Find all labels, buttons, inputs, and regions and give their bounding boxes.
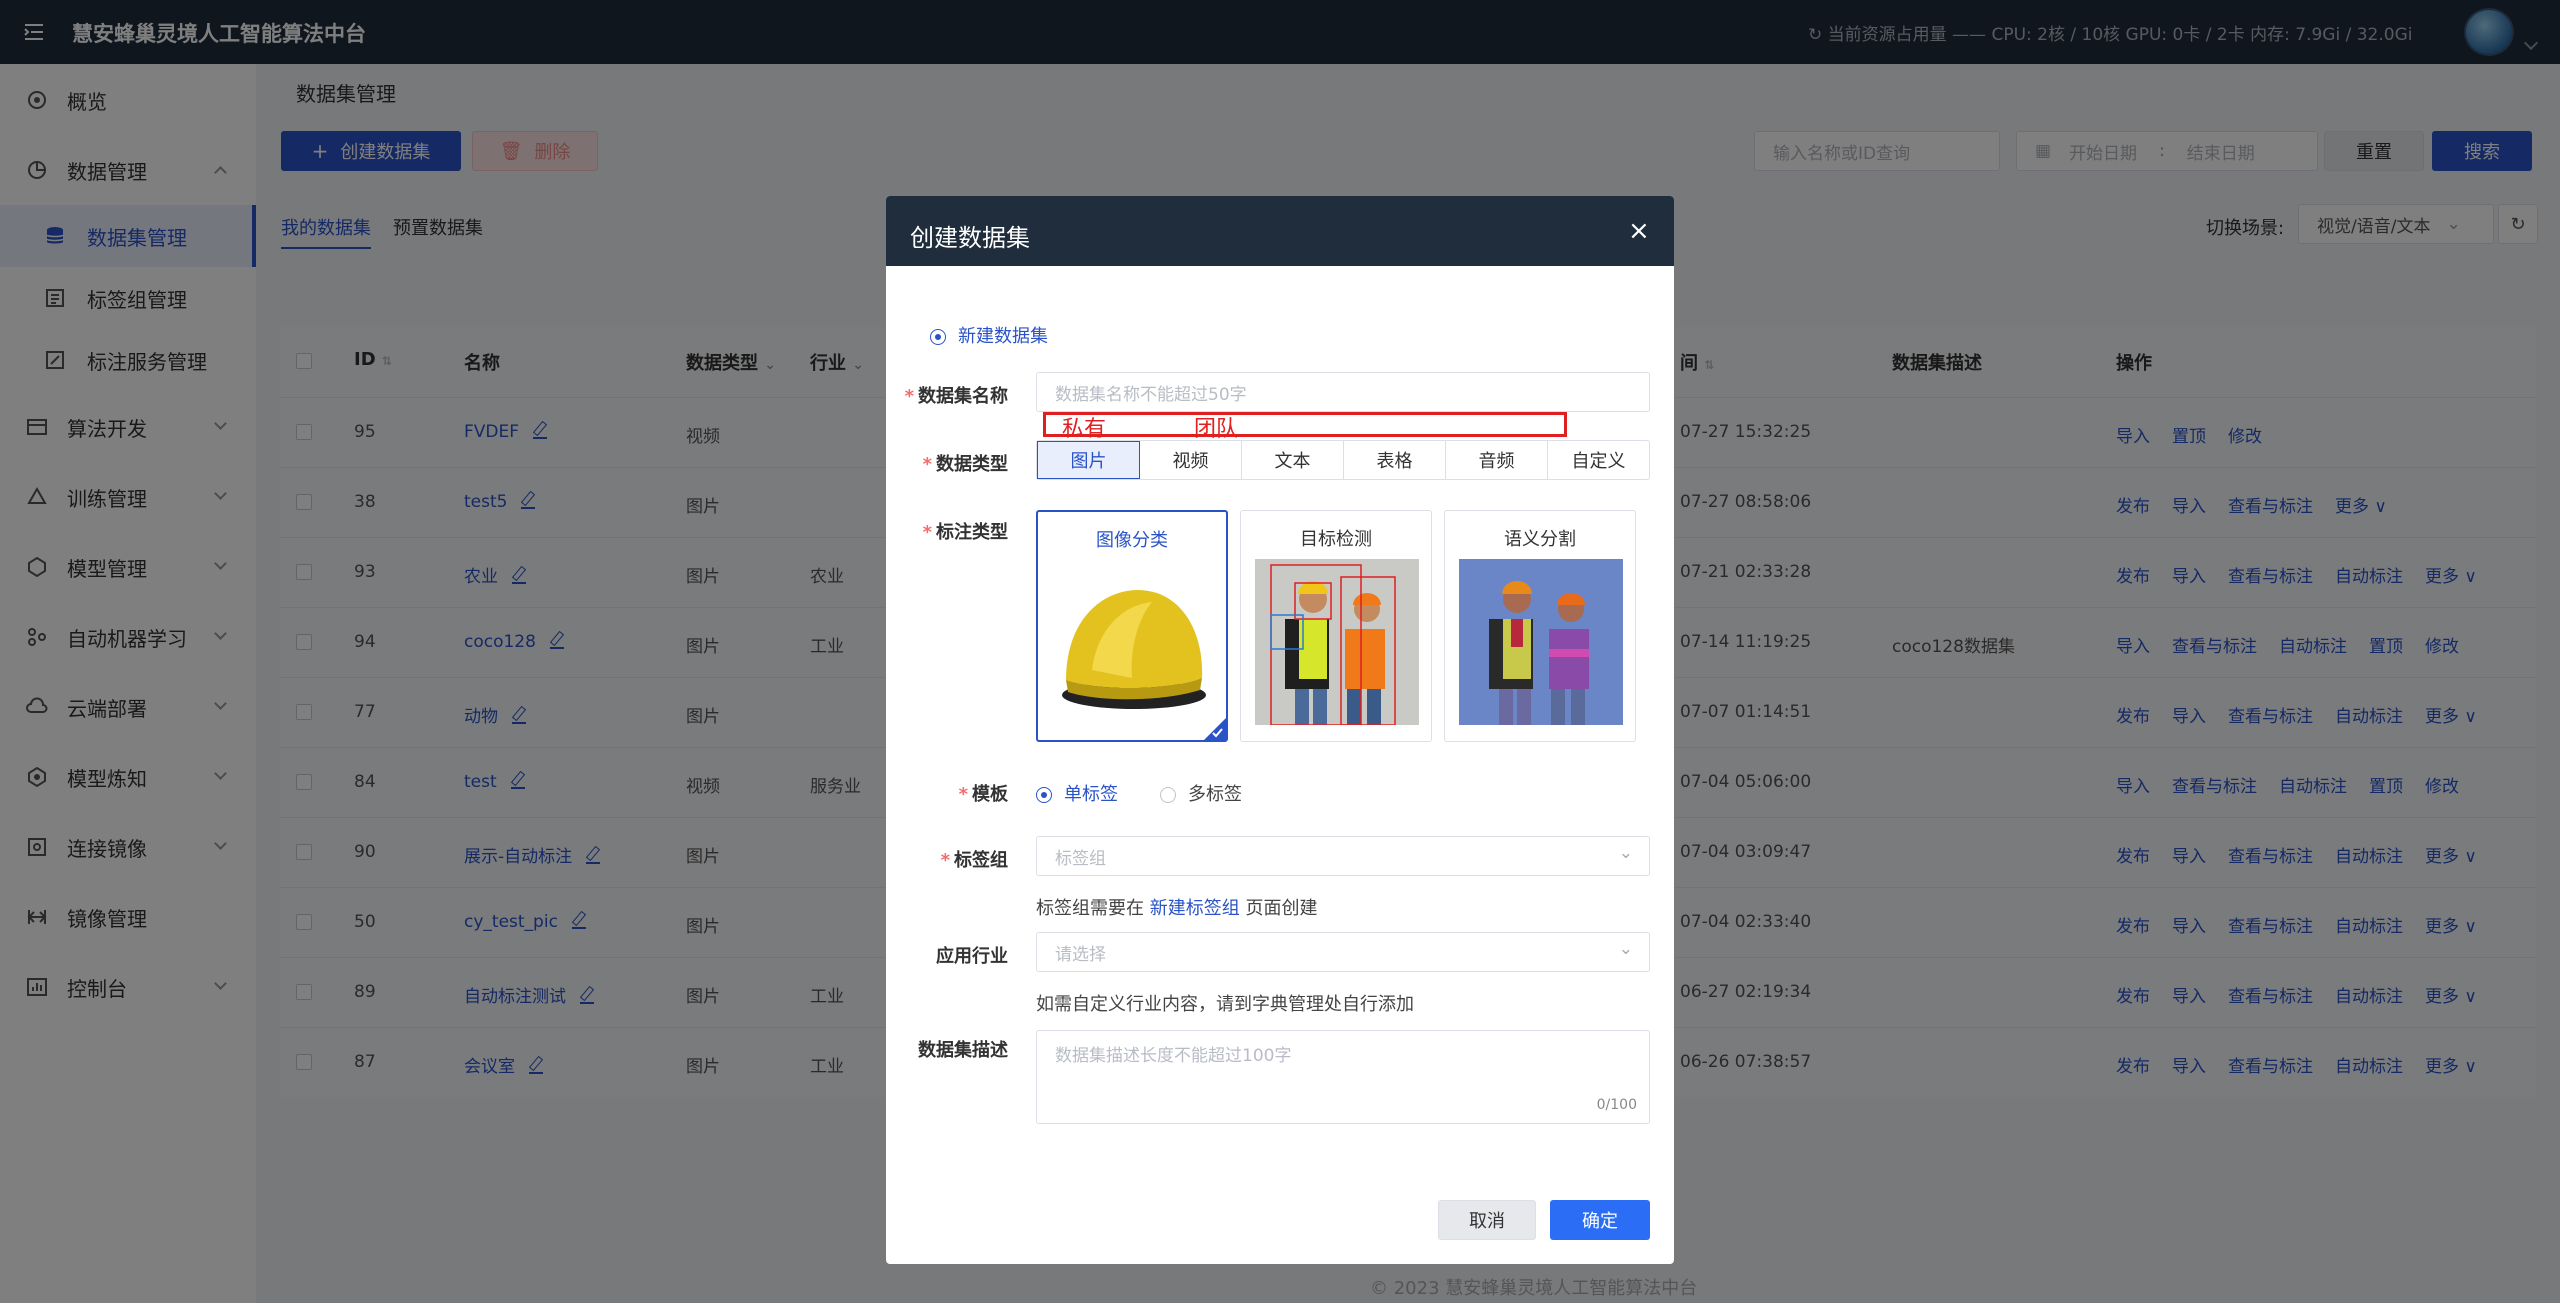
close-icon[interactable]: ×	[1628, 216, 1650, 246]
cancel-button[interactable]: 取消	[1438, 1200, 1536, 1240]
dialog-header: 创建数据集 ×	[886, 196, 1674, 266]
radio-icon	[1160, 787, 1176, 803]
dataset-name-input[interactable]: 数据集名称不能超过50字	[1036, 372, 1650, 412]
type-label: * 数据类型	[922, 454, 1008, 475]
dialog-title: 创建数据集	[910, 224, 1030, 252]
create-dataset-dialog: 创建数据集 × 新建数据集 * 数据集名称 数据集名称不能超过50字 * 数据类型 …	[886, 196, 1674, 1264]
chevron-down-icon: ⌄	[1618, 939, 1633, 959]
type-option-table[interactable]: 表格	[1344, 441, 1446, 479]
radio-icon	[930, 329, 946, 345]
desc-label: 数据集描述	[918, 1040, 1008, 1061]
mark-type-label: * 标注类型	[922, 522, 1008, 543]
radio-icon	[1036, 787, 1052, 803]
card-title: 目标检测	[1300, 529, 1372, 550]
annotation-team: 团队	[1194, 417, 1239, 442]
card-title: 图像分类	[1096, 530, 1168, 551]
mark-type-detection-card[interactable]: 目标检测	[1240, 510, 1432, 742]
label-group-select[interactable]: 标签组 ⌄	[1036, 836, 1650, 876]
selected-check-icon	[1204, 718, 1226, 740]
industry-hint: 如需自定义行业内容，请到字典管理处自行添加	[1036, 994, 1414, 1015]
card-title: 语义分割	[1504, 529, 1576, 550]
chevron-down-icon: ⌄	[1618, 843, 1633, 863]
industry-select[interactable]: 请选择 ⌄	[1036, 932, 1650, 972]
type-option-image[interactable]: 图片	[1037, 441, 1140, 479]
type-option-custom[interactable]: 自定义	[1548, 441, 1649, 479]
template-single-radio[interactable]: 单标签	[1036, 780, 1118, 806]
annotation-box: 私有 团队	[1043, 412, 1567, 442]
type-option-audio[interactable]: 音频	[1446, 441, 1548, 479]
segmentation-image	[1459, 559, 1623, 725]
industry-label: 应用行业	[936, 946, 1008, 967]
label-group-hint: 标签组需要在 新建标签组 页面创建	[1036, 898, 1318, 919]
mark-type-classification-card[interactable]: 图像分类	[1036, 510, 1228, 742]
type-option-video[interactable]: 视频	[1140, 441, 1242, 479]
char-counter: 0/100	[1596, 1097, 1637, 1113]
mark-type-segmentation-card[interactable]: 语义分割	[1444, 510, 1636, 742]
template-label: * 模板	[958, 784, 1008, 805]
label-group-label: * 标签组	[940, 850, 1008, 871]
name-label: * 数据集名称	[904, 386, 1008, 407]
template-multi-radio[interactable]: 多标签	[1160, 780, 1242, 806]
new-label-group-link[interactable]: 新建标签组	[1150, 898, 1240, 919]
confirm-button[interactable]: 确定	[1550, 1200, 1650, 1240]
new-dataset-radio[interactable]: 新建数据集	[930, 322, 1048, 348]
dataset-desc-textarea[interactable]: 数据集描述长度不能超过100字 0/100	[1036, 1030, 1650, 1124]
type-option-text[interactable]: 文本	[1242, 441, 1344, 479]
data-type-segmented: 图片 视频 文本 表格 音频 自定义	[1036, 440, 1650, 480]
detection-image	[1255, 559, 1419, 725]
helmet-image	[1062, 590, 1206, 709]
annotation-private: 私有	[1062, 417, 1107, 442]
footer: © 2023 慧安蜂巢灵境人工智能算法中台	[1370, 1278, 1698, 1299]
